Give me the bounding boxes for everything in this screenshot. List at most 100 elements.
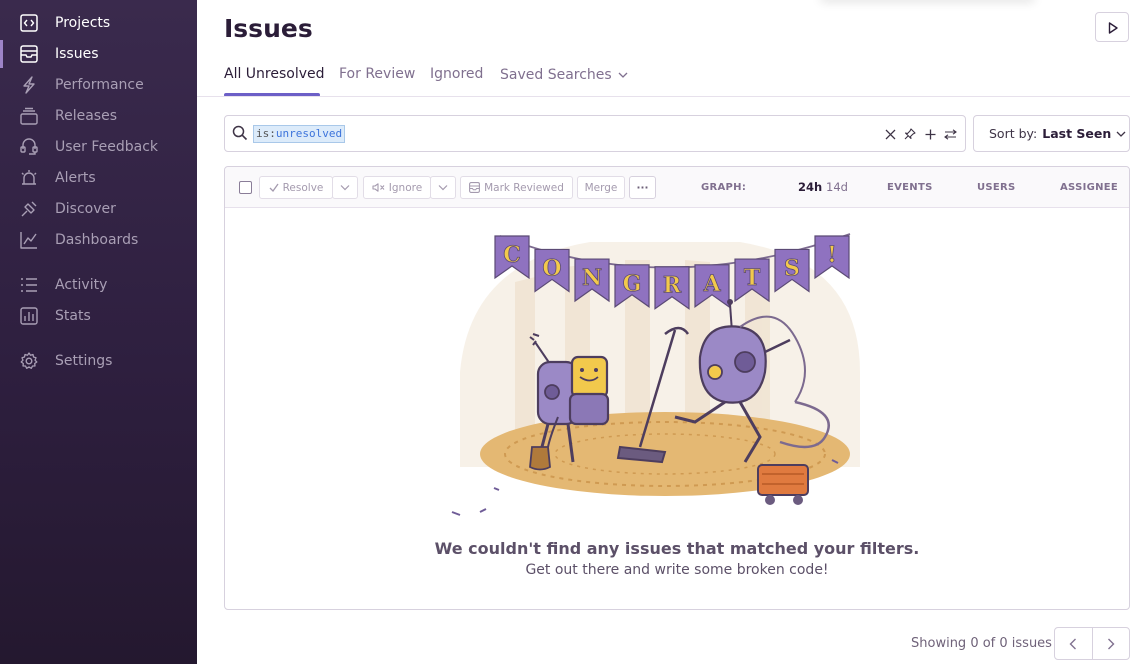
more-actions-button[interactable]: ···	[629, 176, 656, 199]
search-token-key: is	[256, 127, 270, 140]
play-button[interactable]	[1095, 12, 1129, 42]
pagination	[1054, 627, 1130, 660]
merge-label: Merge	[584, 181, 618, 194]
search-token[interactable]: is:unresolved	[253, 125, 346, 143]
banner-letter: R	[663, 273, 682, 299]
events-column-header: EVENTS	[887, 182, 933, 193]
chevron-down-icon	[1116, 131, 1126, 137]
mute-icon	[372, 183, 385, 192]
pagination-caption: Showing 0 of 0 issues	[911, 636, 1052, 651]
sidebar-item-label: Projects	[55, 15, 111, 31]
chevron-right-icon	[1107, 638, 1115, 649]
sidebar-item-label: User Feedback	[55, 139, 159, 155]
ignore-label: Ignore	[388, 181, 423, 194]
mark-reviewed-label: Mark Reviewed	[484, 181, 564, 194]
search-input[interactable]: is:unresolved	[224, 115, 966, 152]
issues-toolbar: Resolve Ignore Mark Reviewed Merge ··· G…	[225, 167, 1129, 208]
dashboards-icon	[20, 232, 37, 249]
releases-icon	[20, 107, 38, 125]
sort-dropdown[interactable]: Sort by: Last Seen	[973, 115, 1130, 152]
sidebar-item-label: Releases	[55, 108, 117, 124]
sort-label: Sort by:	[989, 126, 1038, 141]
banner-letter: G	[623, 271, 642, 297]
resolve-label: Resolve	[282, 181, 324, 194]
sidebar-item-settings[interactable]: Settings	[0, 347, 197, 375]
banner-letter: !	[827, 242, 837, 268]
graph-24h-option[interactable]: 24h	[798, 180, 822, 194]
banner-letter: S	[784, 255, 800, 281]
chevron-down-icon	[438, 185, 448, 191]
page-title: Issues	[224, 14, 313, 43]
banner-letter: C	[503, 242, 521, 268]
merge-button[interactable]: Merge	[577, 176, 625, 199]
users-column-header: USERS	[977, 182, 1016, 193]
sidebar-item-releases[interactable]: Releases	[0, 102, 197, 130]
sidebar-item-alerts[interactable]: Alerts	[0, 164, 197, 192]
assignee-column-header: ASSIGNEE	[1060, 182, 1119, 193]
discover-icon	[21, 201, 37, 217]
resolve-button[interactable]: Resolve	[259, 176, 333, 199]
search-options-icon[interactable]	[943, 125, 957, 143]
sidebar-item-issues[interactable]: Issues	[0, 40, 197, 68]
search-icon	[232, 125, 248, 141]
ignore-dropdown-button[interactable]	[430, 176, 456, 199]
tabs-divider	[197, 96, 1130, 97]
ellipsis-icon: ···	[636, 181, 649, 194]
graph-14d-option[interactable]: 14d	[826, 180, 848, 194]
play-icon	[1108, 22, 1118, 34]
active-indicator	[0, 40, 3, 68]
sidebar-item-projects[interactable]: Projects	[0, 9, 197, 37]
activity-icon	[21, 278, 37, 292]
sidebar-item-label: Issues	[55, 46, 99, 62]
sidebar-item-stats[interactable]: Stats	[0, 302, 197, 330]
pin-search-icon[interactable]	[903, 125, 917, 143]
sidebar-item-label: Alerts	[55, 170, 96, 186]
banner-letter: A	[702, 271, 721, 297]
search-actions	[883, 125, 957, 143]
chevron-left-icon	[1069, 638, 1077, 649]
tab-all-unresolved[interactable]: All Unresolved	[224, 66, 325, 82]
sidebar-item-label: Performance	[55, 77, 144, 93]
stats-icon	[20, 307, 38, 325]
sort-value: Last Seen	[1042, 126, 1112, 141]
clear-search-icon[interactable]	[883, 125, 897, 143]
resolve-dropdown-button[interactable]	[332, 176, 358, 199]
sidebar-item-label: Activity	[55, 277, 108, 293]
tab-saved-searches[interactable]: Saved Searches	[500, 67, 628, 83]
sidebar-item-discover[interactable]: Discover	[0, 195, 197, 223]
tab-ignored[interactable]: Ignored	[430, 66, 483, 82]
next-page-button[interactable]	[1093, 628, 1130, 659]
tab-for-review[interactable]: For Review	[339, 66, 415, 82]
banner-letter: O	[542, 255, 561, 281]
check-icon	[269, 183, 279, 192]
sidebar-item-activity[interactable]: Activity	[0, 271, 197, 299]
sidebar-item-label: Stats	[55, 308, 91, 324]
mark-reviewed-button[interactable]: Mark Reviewed	[460, 176, 573, 199]
sidebar-item-label: Dashboards	[55, 232, 139, 248]
sidebar-item-label: Discover	[55, 201, 116, 217]
empty-state-title: We couldn't find any issues that matched…	[434, 539, 920, 558]
issues-panel: Resolve Ignore Mark Reviewed Merge ··· G…	[224, 166, 1130, 610]
previous-page-button[interactable]	[1055, 628, 1093, 659]
projects-icon	[20, 14, 38, 32]
user-feedback-icon	[20, 138, 38, 155]
alerts-icon	[21, 170, 37, 185]
banner-letter: T	[744, 265, 761, 291]
ignore-button[interactable]: Ignore	[363, 176, 431, 199]
sidebar: Projects Issues Performance Releases Use…	[0, 0, 197, 664]
performance-icon	[23, 76, 35, 94]
add-saved-search-icon[interactable]	[923, 125, 937, 143]
congrats-illustration: CO N G R A T S!	[451, 233, 860, 516]
select-all-checkbox[interactable]	[239, 181, 252, 194]
sidebar-item-label: Settings	[55, 353, 113, 369]
sidebar-item-dashboards[interactable]: Dashboards	[0, 226, 197, 254]
graph-column-header: GRAPH:	[701, 182, 747, 193]
sidebar-item-performance[interactable]: Performance	[0, 71, 197, 99]
settings-icon	[20, 352, 38, 369]
search-token-separator: :	[269, 127, 276, 140]
saved-searches-label: Saved Searches	[500, 67, 612, 83]
search-token-value: unresolved	[275, 127, 343, 140]
sidebar-item-user-feedback[interactable]: User Feedback	[0, 133, 197, 161]
empty-state-subtitle: Get out there and write some broken code…	[525, 562, 829, 578]
inbox-icon	[469, 182, 481, 193]
